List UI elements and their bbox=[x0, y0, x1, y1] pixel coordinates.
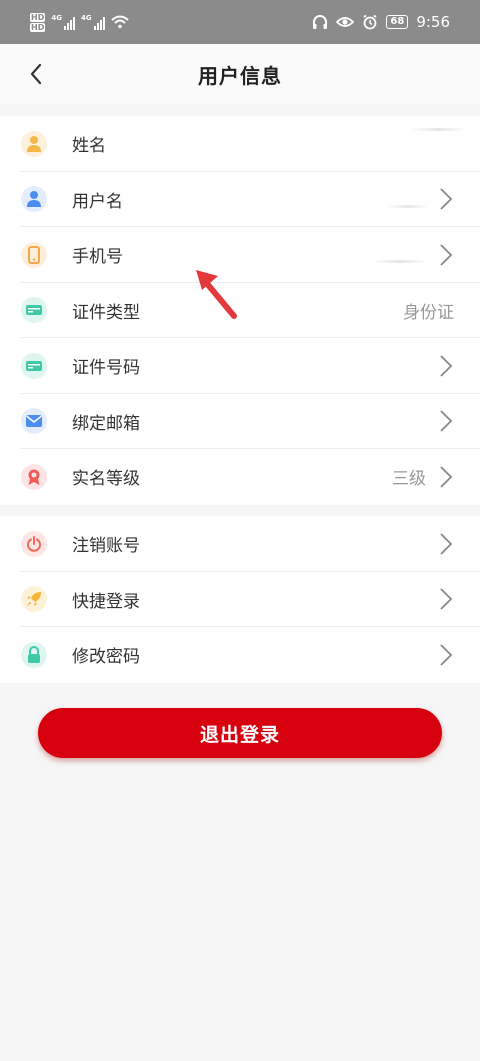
page-title: 用户信息 bbox=[198, 63, 282, 88]
list-item-email[interactable]: 绑定邮箱 bbox=[0, 394, 480, 450]
id-card-icon bbox=[21, 297, 47, 324]
hd-indicators: HD HD bbox=[30, 12, 46, 32]
chevron-right-icon bbox=[440, 410, 453, 432]
list-item-phone[interactable]: 手机号 bbox=[0, 227, 480, 283]
signal-icon-2: 4G bbox=[81, 14, 105, 30]
profile-info-list: 姓名 用户名 手机号 证件类型 身份证 证件号码 绑定邮箱 实名等级 三级 bbox=[0, 116, 480, 505]
header: 用户信息 bbox=[0, 44, 480, 104]
list-item-label: 手机号 bbox=[72, 247, 123, 268]
verification-level-value: 三级 bbox=[392, 469, 426, 490]
clock: 9:56 bbox=[416, 13, 450, 31]
list-item-label: 用户名 bbox=[72, 191, 123, 212]
chevron-right-icon bbox=[440, 188, 453, 210]
back-button[interactable] bbox=[22, 60, 50, 88]
list-item-label: 证件号码 bbox=[72, 358, 140, 379]
eye-icon bbox=[336, 17, 355, 27]
hd-label-1: HD bbox=[30, 12, 46, 22]
list-item-verification-level[interactable]: 实名等级 三级 bbox=[0, 449, 480, 505]
list-item-id-number[interactable]: 证件号码 bbox=[0, 338, 480, 394]
list-item-label: 证件类型 bbox=[72, 302, 140, 323]
alarm-icon bbox=[363, 14, 377, 30]
chevron-right-icon bbox=[440, 244, 453, 266]
status-left: HD HD 4G 4G bbox=[30, 12, 129, 32]
status-bar: HD HD 4G 4G 68 9:56 bbox=[0, 0, 480, 44]
chevron-right-icon bbox=[440, 355, 453, 377]
chevron-right-icon bbox=[440, 466, 453, 488]
list-item-label: 注销账号 bbox=[72, 536, 140, 557]
chevron-right-icon bbox=[440, 588, 453, 610]
battery-icon: 68 bbox=[386, 15, 409, 29]
signal-icon: 4G bbox=[51, 14, 75, 30]
person-icon bbox=[21, 130, 47, 157]
list-item-deactivate[interactable]: 注销账号 bbox=[0, 516, 480, 572]
badge-icon bbox=[21, 463, 47, 490]
list-item-quick-login[interactable]: 快捷登录 bbox=[0, 572, 480, 628]
chevron-right-icon bbox=[440, 533, 453, 555]
network-type-label: 4G bbox=[51, 14, 62, 22]
list-item-label: 快捷登录 bbox=[72, 591, 140, 612]
list-item-name: 姓名 bbox=[0, 116, 480, 172]
account-actions-list: 注销账号 快捷登录 修改密码 bbox=[0, 516, 480, 683]
list-item-id-type: 证件类型 身份证 bbox=[0, 283, 480, 339]
hd-label-2: HD bbox=[30, 22, 46, 32]
power-icon bbox=[21, 530, 47, 557]
phone-icon bbox=[21, 241, 47, 268]
mail-icon bbox=[21, 408, 47, 435]
headphones-icon bbox=[313, 15, 328, 29]
red-arrow-annotation bbox=[196, 270, 237, 319]
status-right: 68 9:56 bbox=[312, 13, 450, 31]
network-type-label-2: 4G bbox=[80, 14, 92, 22]
list-item-label: 修改密码 bbox=[72, 647, 140, 668]
id-type-value: 身份证 bbox=[403, 302, 454, 323]
list-item-username[interactable]: 用户名 bbox=[0, 172, 480, 228]
chevron-right-icon bbox=[440, 644, 453, 666]
list-item-label: 实名等级 bbox=[72, 469, 140, 490]
id-card-icon bbox=[21, 352, 47, 379]
list-item-label: 绑定邮箱 bbox=[72, 413, 140, 434]
list-item-label: 姓名 bbox=[72, 136, 106, 157]
user-icon bbox=[21, 186, 47, 213]
lock-icon bbox=[21, 641, 47, 668]
wifi-icon bbox=[110, 15, 129, 29]
list-item-change-password[interactable]: 修改密码 bbox=[0, 627, 480, 683]
rocket-icon bbox=[21, 586, 47, 613]
logout-button[interactable]: 退出登录 bbox=[38, 708, 442, 758]
chevron-left-icon bbox=[30, 63, 42, 85]
